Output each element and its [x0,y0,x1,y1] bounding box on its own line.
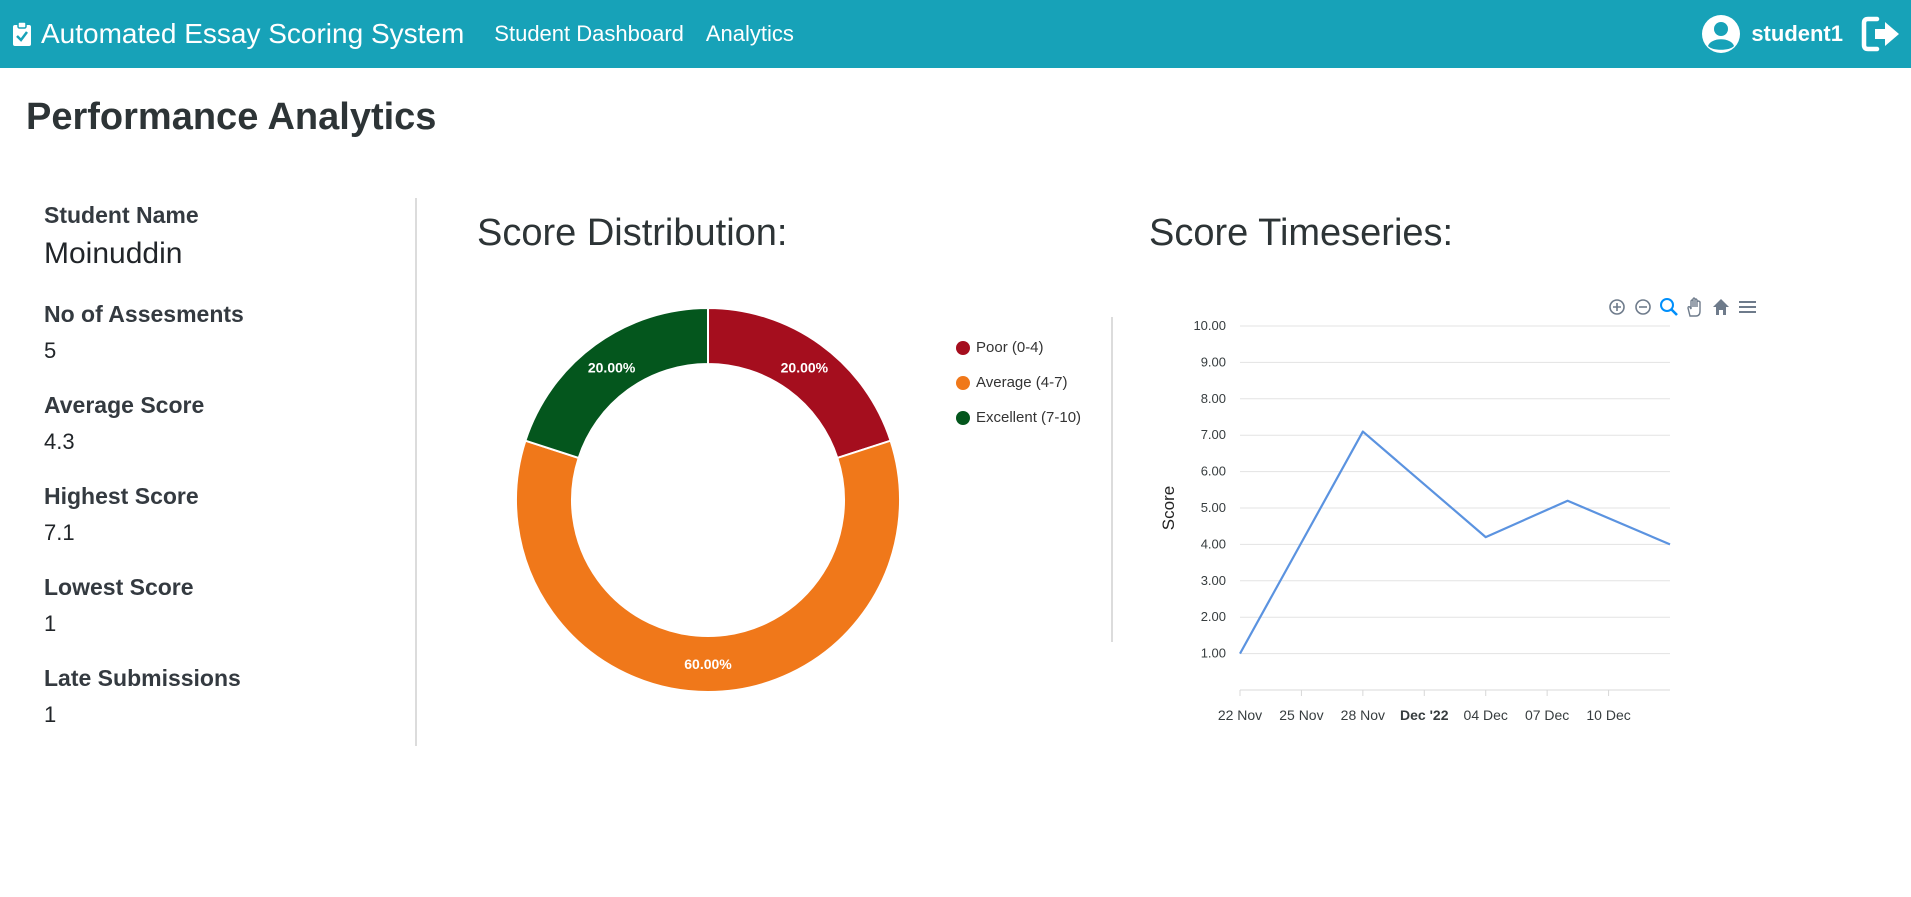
top-navbar: Automated Essay Scoring System Student D… [0,0,1911,68]
legend-item[interactable]: Excellent (7-10) [956,400,1081,435]
chart-divider [1111,317,1113,642]
average-score-value: 4.3 [44,429,75,454]
distribution-legend: Poor (0-4) Average (4-7) Excellent (7-10) [956,330,1081,435]
donut-data-label: 60.00% [684,656,732,672]
donut-slice[interactable] [524,306,709,460]
username-label: student1 [1751,21,1843,46]
y-tick-label: 6.00 [1201,464,1226,479]
timeseries-title: Score Timeseries: [1149,212,1454,254]
y-tick-label: 4.00 [1201,536,1226,551]
y-tick-label: 2.00 [1201,609,1226,624]
x-tick-label: 04 Dec [1464,707,1508,723]
legend-label: Poor (0-4) [976,339,1044,356]
y-tick-label: 5.00 [1201,500,1226,515]
late-submissions-value: 1 [44,702,57,727]
highest-score-value: 7.1 [44,520,75,545]
legend-marker [956,375,970,390]
donut-slice[interactable] [515,439,901,693]
y-tick-label: 8.00 [1201,391,1226,406]
x-tick-label: Dec '22 [1400,707,1449,723]
late-submissions-label: Late Submissions [44,665,241,691]
highest-score-label: Highest Score [44,483,199,509]
y-tick-label: 10.00 [1193,318,1226,333]
legend-marker [956,340,970,355]
app-brand[interactable]: Automated Essay Scoring System [12,18,464,50]
page-title: Performance Analytics [26,96,437,138]
lowest-score-value: 1 [44,611,57,636]
legend-item[interactable]: Average (4-7) [956,365,1081,400]
user-avatar-icon[interactable] [1701,14,1741,54]
donut-data-label: 20.00% [781,359,829,375]
x-tick-label: 25 Nov [1279,707,1323,723]
clipboard-check-icon [13,21,31,46]
lowest-score-label: Lowest Score [44,574,194,600]
x-tick-label: 07 Dec [1525,707,1569,723]
distribution-title: Score Distribution: [477,212,788,254]
nav-analytics[interactable]: Analytics [706,21,794,47]
x-tick-label: 28 Nov [1341,707,1385,723]
section-divider [415,198,417,746]
score-distribution-donut-chart: 20.00% 60.00% 20.00% [515,306,901,693]
y-tick-label: 1.00 [1201,646,1226,661]
y-axis-title: Score [1159,486,1178,530]
x-tick-label: 10 Dec [1586,707,1630,723]
y-tick-label: 9.00 [1201,354,1226,369]
x-tick-label: 22 Nov [1218,707,1262,723]
donut-slice[interactable] [707,306,892,460]
app-title: Automated Essay Scoring System [41,18,465,49]
nav-student-dashboard[interactable]: Student Dashboard [494,21,684,47]
y-tick-label: 3.00 [1201,573,1226,588]
legend-label: Excellent (7-10) [976,409,1082,426]
user-area: student1 [1701,0,1903,68]
score-series-line[interactable] [1239,430,1671,655]
average-score-label: Average Score [44,392,205,418]
assessments-count-label: No of Assesments [44,301,244,327]
legend-marker [956,410,970,425]
legend-item[interactable]: Poor (0-4) [956,330,1081,365]
student-name-value: Moinuddin [44,237,183,270]
donut-data-label: 20.00% [588,359,636,375]
student-name-label: Student Name [44,202,199,228]
score-timeseries-line-chart: 1.00 2.00 3.00 4.00 5.00 6.00 7.00 8.00 9.00 10.0… [1159,318,1671,723]
legend-label: Average (4-7) [976,374,1068,391]
logout-icon[interactable] [1861,16,1903,52]
assessments-count-value: 5 [44,338,57,363]
y-tick-label: 7.00 [1201,427,1226,442]
student-stats-panel: Student Name Moinuddin No of Assesments … [44,202,404,756]
